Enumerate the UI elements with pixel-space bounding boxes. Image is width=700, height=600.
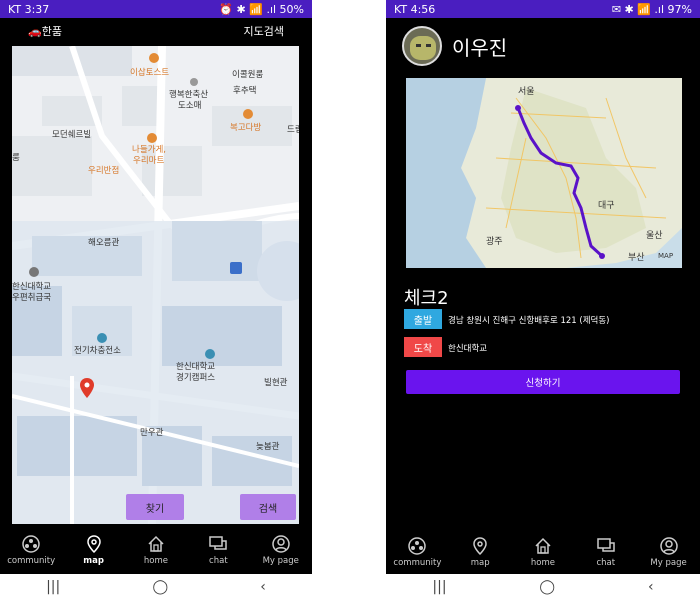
nav-map[interactable]: map [450, 536, 510, 568]
nav-map-label: map [83, 556, 104, 566]
right-screen: KT 4:56 ✉ ✱ 📶 .ıl 97% 이우진 서울 대구 울산 광주 부산… [386, 0, 700, 600]
chat-icon [597, 538, 615, 552]
map-label: 전기차충전소 [74, 346, 121, 356]
check-title: 체크2 [404, 288, 449, 309]
map-label: 경기캠퍼스 [176, 373, 216, 383]
nav-mypage[interactable]: My page [251, 534, 311, 566]
nav-community-label: community [7, 556, 56, 566]
back-icon[interactable]: ‹ [260, 579, 266, 595]
home-icon [535, 537, 551, 554]
recent-apps-icon[interactable]: ||| [46, 579, 60, 595]
route-map[interactable]: 서울 대구 울산 광주 부산 MAP [406, 78, 682, 268]
top-bar: 🚗한품 지도검색 [0, 18, 312, 44]
map-pin-icon [86, 535, 101, 554]
nav-chat-label: chat [596, 558, 616, 568]
status-carrier-time: KT 3:37 [8, 2, 50, 16]
nav-mypage-label: My page [262, 556, 299, 566]
system-nav-bar: ||| ◯ ‹ [0, 574, 312, 600]
departure-tag: 출발 [404, 309, 442, 329]
arrival-tag: 도착 [404, 337, 442, 357]
nav-chat[interactable]: chat [576, 536, 636, 568]
map-label-seoul: 서울 [518, 87, 535, 97]
map-label: 도소매 [178, 101, 202, 111]
user-icon [272, 535, 290, 553]
status-indicators: ✉ ✱ 📶 .ıl 97% [611, 2, 692, 16]
map-label: 빌현관 [264, 378, 288, 388]
nav-map-label: map [470, 558, 490, 568]
left-screen: KT 3:37 ⏰ ✱ 📶 .ıl 50% 🚗한품 지도검색 이삽토스트 이콜원… [0, 0, 312, 600]
map-label: 드림타워13 [287, 125, 299, 135]
map-label-daegu: 대구 [598, 201, 615, 211]
nav-home[interactable]: home [126, 534, 186, 566]
community-icon [408, 537, 427, 555]
map-label-ulsan: 울산 [646, 231, 663, 241]
nav-community-label: community [393, 558, 442, 568]
nav-map[interactable]: map [64, 534, 124, 566]
search-button[interactable]: 검색 [240, 494, 296, 520]
chat-icon [209, 536, 228, 550]
nav-mypage-label: My page [650, 558, 687, 568]
nav-home[interactable]: home [513, 536, 573, 568]
back-icon[interactable]: ‹ [648, 579, 654, 595]
system-nav-bar: ||| ◯ ‹ [386, 574, 700, 600]
map-label: 후추택 [233, 86, 257, 96]
profile-header: 이우진 [386, 18, 700, 74]
arrival-address: 한신대학교 [448, 344, 488, 354]
home-circle-icon[interactable]: ◯ [539, 579, 555, 595]
home-icon [148, 535, 164, 552]
map-label: 만우관 [140, 428, 164, 438]
map-label: 이삽토스트 [130, 68, 170, 78]
map-search-link[interactable]: 지도검색 [244, 23, 284, 39]
home-circle-icon[interactable]: ◯ [152, 579, 168, 595]
map-label: 이콜원룸 [232, 70, 264, 80]
map-canvas [12, 46, 299, 524]
nav-community[interactable]: community [387, 536, 447, 568]
profile-name: 이우진 [452, 35, 508, 60]
map-label: 모던쉐르빌 [52, 130, 92, 140]
map-label: 룸 [12, 153, 20, 163]
bottom-nav: community map home chat My page [0, 528, 312, 574]
nav-chat-label: chat [209, 556, 228, 566]
user-icon [659, 537, 678, 555]
status-bar: KT 4:56 ✉ ✱ 📶 .ıl 97% [386, 0, 700, 18]
apply-button[interactable]: 신청하기 [406, 370, 680, 394]
nav-chat[interactable]: chat [188, 534, 248, 566]
map-credit: MAP [658, 252, 674, 260]
status-bar: KT 3:37 ⏰ ✱ 📶 .ıl 50% [0, 0, 312, 18]
community-icon [22, 535, 40, 553]
map-pin-icon [473, 537, 487, 556]
nav-home-label: home [143, 556, 169, 566]
map-label-busan: 부산 [628, 253, 645, 263]
location-pin-icon[interactable] [80, 378, 94, 398]
nav-home-label: home [530, 558, 556, 568]
map-label: 우편취급국 [12, 293, 52, 303]
nav-mypage[interactable]: My page [639, 536, 699, 568]
map-label-gwangju: 광주 [486, 237, 503, 247]
avatar[interactable] [402, 26, 442, 66]
departure-address: 경남 창원시 진해구 신항배후로 121 (제덕동) [448, 316, 610, 326]
map-label: 늦봄관 [256, 442, 280, 452]
map-label: 복고다방 [230, 123, 262, 133]
map-label: 해오름관 [88, 238, 120, 248]
campus-map[interactable]: 이삽토스트 이콜원룸 행복한축산 도소매 후추택 복고다방 드림타워13 모던쉐… [12, 46, 299, 524]
find-button[interactable]: 찾기 [126, 494, 184, 520]
nav-community[interactable]: community [1, 534, 61, 566]
status-carrier-time: KT 4:56 [394, 2, 436, 16]
car-category-label[interactable]: 🚗한품 [28, 23, 62, 39]
map-label: 우리반점 [88, 166, 120, 176]
recent-apps-icon[interactable]: ||| [432, 579, 446, 595]
status-indicators: ⏰ ✱ 📶 .ıl 50% [219, 2, 304, 16]
bottom-nav: community map home chat My page [386, 530, 700, 576]
map-label: 우리마트 [133, 156, 165, 166]
route-map-canvas [406, 78, 682, 268]
